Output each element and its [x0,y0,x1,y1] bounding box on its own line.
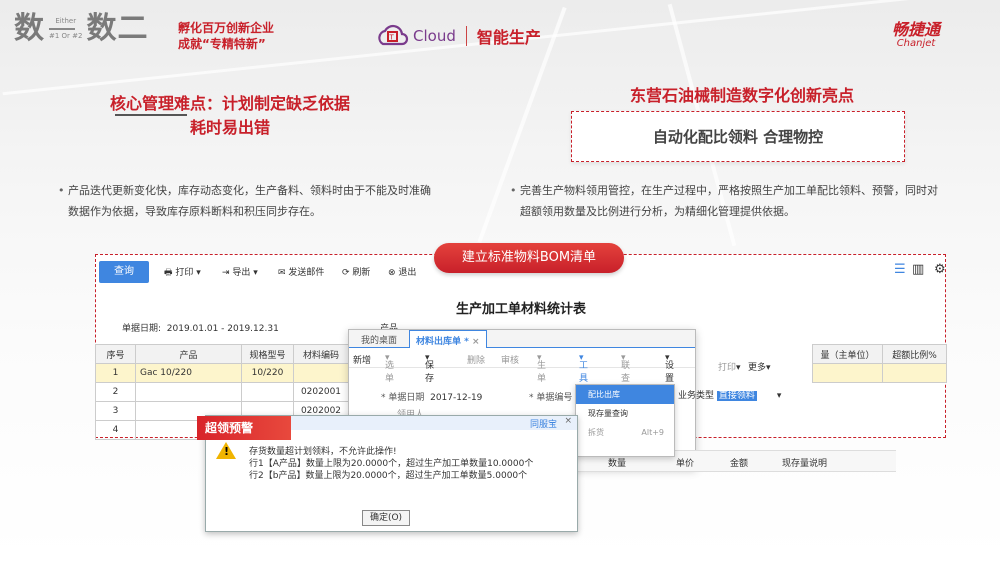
alert-line: 行1【A产品】数量上限为20.0000个，超过生产加工单数量10.0000个 [249,459,534,469]
gear-icon[interactable]: ⚙ [934,262,946,277]
table-row[interactable]: 2 0202001 [95,382,349,402]
cloud-text: Cloud [413,27,456,45]
chanjet-cn: 畅捷通 [892,20,941,39]
alert-line: 行2【b产品】数量上限为20.0000个，超过生产加工单数量5.0000个 [249,471,528,481]
export-button[interactable]: ⇥ 导出 ▾ [222,265,258,278]
logo-char-2: 数二 [86,11,149,46]
close-icon[interactable]: × [472,337,480,347]
date-filter: 单据日期: 2019.01.01 - 2019.12.31 [122,324,279,334]
menu-delete[interactable]: 删除 [467,353,485,366]
highlight-title: 东营石油械制造数字化创新亮点 [629,86,854,105]
table-row[interactable]: 1 Gac 10/220 10/220 [95,363,349,383]
report-title: 生产加工单材料统计表 [456,302,587,317]
col-header: 量（主单位） [812,344,883,364]
either-mark: Either #1 Or #2 [49,17,82,41]
menu-audit[interactable]: 审核 [501,353,519,366]
menu-generate[interactable]: 生单 ▾ [537,353,546,384]
solution-para-line2: 超额领用数量及比例进行分析，为精细化管理提供依据。 [520,205,795,218]
query-button[interactable]: 查询 [99,261,149,283]
exit-button[interactable]: ⊗ 退出 [388,265,416,278]
shushu-logo: 数 Either #1 Or #2 数二 [14,14,148,44]
pain-point-title: 核心管理难点：计划制定缺乏依据 耗时易出错 [70,92,390,140]
menu-item-stock-query[interactable]: 现存量查询 [576,404,674,423]
alert-brand: 同服宝 [529,420,557,430]
close-icon[interactable]: × [564,416,572,426]
cloud-title: 智能生产 [476,28,541,47]
menu-select[interactable]: 选单 ▾ [385,353,394,384]
col-price: 单价 [676,459,695,469]
menu-print[interactable]: 打印▾ [718,360,741,373]
docno-label: * 单据编号 [529,393,573,403]
col-header: 材料编码 [293,344,349,364]
pain-para-line1: 产品迭代更新变化快，库存动态变化，生产备料、领料时由于不能及时准确 [68,184,431,197]
or-text: #1 Or #2 [49,32,83,40]
col-header: 产品 [135,344,242,364]
ok-button[interactable]: 确定(O) [362,510,410,526]
chart-icon[interactable]: ▥ [912,262,924,277]
solution-para-line1: 完善生产物料领用管控，在生产过程中，严格按照生产加工单配比领料、预警，同时对 [520,184,938,197]
menu-save[interactable]: 保存 ▾ [425,353,434,384]
menu-tools[interactable]: 工具 ▾ [579,353,588,384]
pain-para-line2: 数据作为依据，导致库存原料断料和积压同步存在。 [68,205,321,218]
menu-settings[interactable]: 设置 ▾ [665,353,674,384]
stats-table-right: 量（主单位） 超额比例% [812,344,947,383]
col-qty: 数量 [608,459,627,469]
tools-dropdown: 配比出库 现存量查询 拆货 Alt+9 [575,384,675,457]
alert-line: 存货数量超计划领料，不允许此操作! [249,447,397,457]
bom-pill: 建立标准物料BOM清单 [434,243,624,273]
menu-more[interactable]: 更多▾ [748,360,771,373]
col-amount: 金额 [730,459,749,469]
col-header: 规格型号 [241,344,294,364]
menu-query[interactable]: 联查 ▾ [621,353,630,384]
col-header: 超额比例% [882,344,947,364]
cloud-icon: T [378,24,409,46]
pain-title-line1: 核心管理难点：计划制定缺乏依据 [109,94,350,113]
send-mail-button[interactable]: ✉ 发送邮件 [278,265,324,278]
biz-type-field[interactable]: 业务类型 直接领料 ▾ [678,388,781,401]
solution-paragraph: • 完善生产物料领用管控，在生产过程中，严格按照生产加工单配比领料、预警，同时对… [510,180,1000,222]
col-header: 序号 [95,344,136,364]
slogan: 孵化百万创新企业 成就“专精特新” [178,20,274,52]
header: 数 Either #1 Or #2 数二 孵化百万创新企业 成就“专精特新” T… [0,0,1000,62]
alert-message: 存货数量超计划领料，不允许此操作! 行1【A产品】数量上限为20.0000个，超… [249,446,533,482]
either-text: Either [55,17,77,25]
warning-mark: ! [224,445,230,458]
chanjet-logo: 畅捷通 Chanjet [892,22,940,50]
chanjet-en: Chanjet [896,38,936,49]
list-icon[interactable]: ☰ [894,262,906,277]
logo-char-1: 数 [14,11,45,46]
menu-item-split[interactable]: 拆货 Alt+9 [576,423,674,442]
pain-paragraph: • 产品迭代更新变化快，库存动态变化，生产备料、领料时由于不能及时准确 数据作为… [58,180,488,222]
tab-material-issue[interactable]: 材料出库单 * × [409,330,487,348]
refresh-button[interactable]: ⟳ 刷新 [342,265,370,278]
tcloud-logo: T Cloud 智能生产 [375,22,541,50]
slogan-line2: 成就“专精特新” [178,37,266,51]
tab-desktop[interactable]: 我的桌面 [361,333,397,346]
tab-bar: 我的桌面 材料出库单 * × [349,330,695,348]
menu-new[interactable]: 新增 [353,353,371,366]
overuse-warning-badge: 超领预警 [197,416,291,440]
menu-item-ratio-issue[interactable]: 配比出库 [576,385,674,404]
col-stock-note: 现存量说明 [782,459,828,469]
svg-text:T: T [389,34,395,42]
pain-title-line2: 耗时易出错 [189,118,270,137]
title-underline [115,114,187,116]
highlight-box: 自动化配比领料 合理物控 [571,111,905,162]
print-button[interactable]: 🖶 打印 ▾ [164,265,201,281]
menu-bar: 新增 选单 ▾ 保存 ▾ 删除 审核 生单 ▾ 工具 ▾ 联查 ▾ 设置 ▾ [349,348,695,384]
date-field[interactable]: * 单据日期 2017-12-19 [381,390,482,403]
slogan-line1: 孵化百万创新企业 [178,21,275,35]
